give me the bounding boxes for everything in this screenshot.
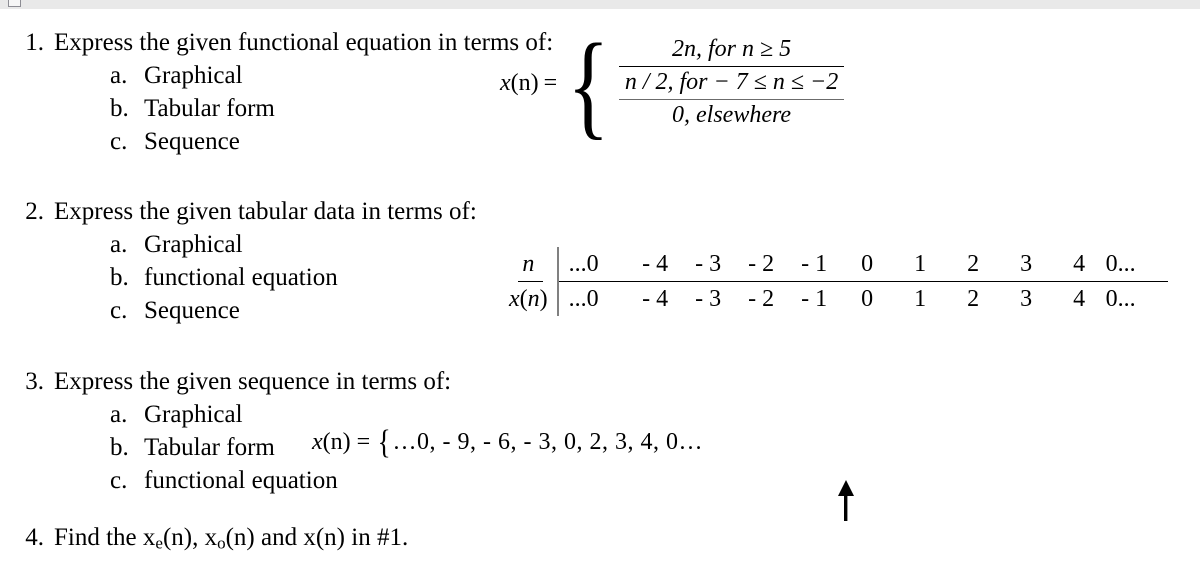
- origin-up-arrow-icon: [833, 479, 859, 526]
- table-cell: 0...: [1105, 286, 1136, 312]
- table-cell: 2: [967, 251, 980, 277]
- question-3-item-a-letter: a.: [110, 401, 128, 428]
- question-1-item-b-letter: b.: [110, 95, 129, 122]
- question-block-4: 4. Find the xe (n), xo(n) and x(n) in #1.: [0, 521, 1200, 560]
- tabular-data-value-columns: ...0 - 4 - 3 - 2 - 1 0 1 2 3 4 0... ...0…: [558, 247, 1168, 316]
- question-3-item-a: a. Graphical: [0, 398, 1200, 431]
- question-1-item-b-label: Tabular form: [144, 95, 275, 122]
- table-cell: ...0: [568, 251, 599, 277]
- origin-arrow-svg: [838, 480, 854, 521]
- tabular-data-row-label-xn: x(n): [505, 282, 557, 316]
- question-4-var2-tail: (n) and x(n) in #1.: [225, 524, 409, 551]
- question-4-number: 4.: [25, 524, 44, 551]
- xn-label-var: x: [509, 286, 520, 312]
- table-cell: - 3: [695, 251, 722, 277]
- question-2-item-c-letter: c.: [110, 297, 128, 324]
- sequence-lhs-var: x: [312, 429, 323, 455]
- left-margin-marker-icon[interactable]: [8, 0, 21, 7]
- question-2-item-b-letter: b.: [110, 264, 129, 291]
- table-cell: 0...: [1105, 251, 1136, 277]
- question-1-item-a-letter: a.: [110, 62, 128, 89]
- tabular-data-row-n-values: ...0 - 4 - 3 - 2 - 1 0 1 2 3 4 0...: [558, 247, 1168, 282]
- tabular-data-row-label-n: n: [518, 247, 544, 282]
- question-1-item-a-label: Graphical: [144, 62, 243, 89]
- tabular-data: n x(n) ...0 - 4 - 3 - 2 - 1 0 1 2 3 4 0.…: [505, 247, 1168, 316]
- question-4-lead: Find the: [54, 524, 143, 551]
- tabular-data-row-xn-values: ...0 - 4 - 3 - 2 - 1 0 1 2 3 4 0...: [559, 282, 1168, 316]
- table-cell: 1: [914, 251, 927, 277]
- question-3-text: Express the given sequence in terms of:: [54, 368, 452, 395]
- table-cell: 3: [1020, 286, 1033, 312]
- table-cell: 1: [914, 286, 927, 312]
- question-2-heading: 2. Express the given tabular data in ter…: [0, 195, 1200, 228]
- question-1-item-c-letter: c.: [110, 128, 128, 155]
- table-cell: - 2: [748, 286, 775, 312]
- piecewise-cases: 2n, for n ≥ 5 n / 2, for − 7 ≤ n ≤ −2 0,…: [618, 34, 845, 132]
- question-1-number: 1.: [25, 29, 44, 56]
- xn-label-closeparen: ): [539, 286, 548, 312]
- question-2-number: 2.: [25, 198, 44, 225]
- table-cell: - 3: [695, 286, 722, 312]
- question-4-heading: 4. Find the xe (n), xo(n) and x(n) in #1.: [0, 521, 1200, 560]
- question-2-item-a-letter: a.: [110, 231, 128, 258]
- question-4-var2-base: x: [204, 524, 218, 551]
- table-cell: 4: [1073, 286, 1086, 312]
- question-1-item-c-label: Sequence: [144, 128, 240, 155]
- table-cell: - 2: [748, 251, 775, 277]
- sequence-lhs: x(n): [312, 429, 351, 455]
- table-cell: 0: [861, 251, 874, 277]
- question-4-var2-sub: o: [217, 533, 226, 553]
- table-cell: - 1: [801, 251, 828, 277]
- piecewise-case-1: 2n, for n ≥ 5: [618, 34, 845, 67]
- question-2-item-b-label: functional equation: [144, 264, 338, 291]
- question-3-item-c-letter: c.: [110, 467, 128, 494]
- question-2-item-c-label: Sequence: [144, 297, 240, 324]
- piecewise-case-2: n / 2, for − 7 ≤ n ≤ −2: [618, 67, 845, 100]
- question-1-text: Express the given functional equation in…: [54, 29, 554, 56]
- sequence-spacer: [370, 429, 376, 455]
- xn-label-n: n: [527, 286, 540, 312]
- question-2-item-a-label: Graphical: [144, 231, 243, 258]
- table-cell: 3: [1020, 251, 1033, 277]
- spellcheck-flagged-term: xe: [143, 521, 163, 560]
- question-3-item-a-label: Graphical: [144, 401, 243, 428]
- piecewise-equals-sign: =: [543, 69, 558, 96]
- piecewise-equation: x(n) = { 2n, for n ≥ 5 n / 2, for − 7 ≤ …: [500, 26, 845, 144]
- question-3-item-c-label: functional equation: [144, 467, 338, 494]
- piecewise-lhs-arg: (n): [510, 69, 539, 96]
- piecewise-lhs-var: x: [500, 69, 511, 96]
- sequence-lhs-arg: (n): [322, 429, 351, 455]
- table-cell: - 4: [642, 251, 669, 277]
- question-2-text: Express the given tabular data in terms …: [54, 198, 477, 225]
- table-cell: ...0: [568, 286, 599, 312]
- question-3-heading: 3. Express the given sequence in terms o…: [0, 365, 1200, 398]
- piecewise-lhs: x(n): [500, 70, 544, 97]
- piecewise-case-3: 0, elsewhere: [672, 102, 792, 128]
- question-4-var1-sub: e: [155, 533, 163, 553]
- sequence-equals: =: [356, 429, 371, 455]
- xn-label-arg: (: [519, 286, 528, 312]
- sequence-equation: x(n) = {…0, - 9, - 6, - 3, 0, 2, 3, 4, 0…: [312, 424, 703, 461]
- question-4-var1-tail: (n),: [162, 524, 205, 551]
- question-3-item-c: c. functional equation: [0, 464, 1200, 497]
- question-4-text: Find the xe (n), xo(n) and x(n) in #1.: [54, 521, 408, 560]
- table-cell: - 4: [642, 286, 669, 312]
- spellcheck-squiggle-icon: [143, 561, 163, 566]
- question-3-number: 3.: [25, 368, 44, 395]
- table-cell: 0: [861, 286, 874, 312]
- sequence-values: …0, - 9, - 6, - 3, 0, 2, 3, 4, 0…: [392, 429, 703, 455]
- table-cell: 2: [967, 286, 980, 312]
- question-4-var1-base: x: [142, 524, 156, 551]
- question-3-item-b-label: Tabular form: [144, 434, 275, 461]
- table-cell: - 1: [801, 286, 828, 312]
- question-3-item-b-letter: b.: [110, 434, 129, 461]
- tabular-data-label-column: n x(n): [505, 247, 559, 316]
- table-cell: 4: [1073, 251, 1086, 277]
- document-page: 1. Express the given functional equation…: [0, 9, 1200, 577]
